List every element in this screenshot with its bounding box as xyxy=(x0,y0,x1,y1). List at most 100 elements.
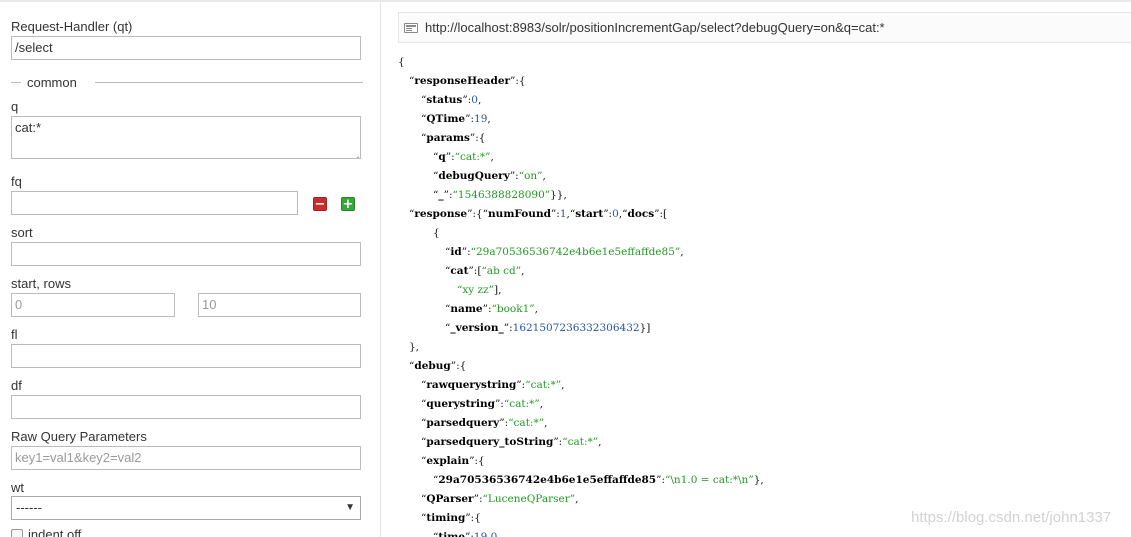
json-string: “29a70536536742e4b6e1e5effaffde85” xyxy=(470,246,681,258)
json-string: “cat:*” xyxy=(508,417,545,429)
json-punct: ”: xyxy=(443,189,453,201)
request-handler-label: Request-Handler (qt) xyxy=(11,19,133,34)
json-key: QTime xyxy=(426,113,466,125)
query-form: Request-Handler (qt) /select common q ca… xyxy=(0,2,372,537)
json-line: “QParser”:“LuceneQParser”, xyxy=(421,492,579,506)
json-key: numFound xyxy=(488,208,551,220)
json-line: “explain”:{ xyxy=(421,454,485,468)
json-punct: ”: xyxy=(473,493,483,505)
sort-input[interactable] xyxy=(11,242,361,266)
json-line: “timing”:{ xyxy=(421,511,481,525)
json-punct: }, xyxy=(409,341,420,353)
indent-label: indent off xyxy=(28,527,82,537)
json-key: response xyxy=(414,208,468,220)
json-punct: , xyxy=(477,94,482,106)
json-punct: ”: xyxy=(482,303,492,315)
json-punct: , xyxy=(542,170,546,182)
start-input[interactable]: 0 xyxy=(11,293,175,317)
json-punct: , xyxy=(539,398,544,410)
json-line: “name”:“book1”, xyxy=(445,302,538,316)
json-punct: ”: xyxy=(656,474,666,486)
wt-selected-value: ------ xyxy=(16,500,42,515)
json-number: 0 xyxy=(471,94,478,106)
json-punct: ”: xyxy=(445,151,455,163)
json-line: “q”:“cat:*”, xyxy=(433,150,494,164)
json-line: “id”:“29a70536536742e4b6e1e5effaffde85”, xyxy=(445,245,684,259)
json-punct: , xyxy=(598,436,602,448)
fq-input[interactable] xyxy=(11,191,298,215)
json-key: status xyxy=(426,94,463,106)
json-punct: ”:[ xyxy=(654,208,668,220)
df-input[interactable] xyxy=(11,395,361,419)
json-line: “parsedquery_toString”:“cat:*”, xyxy=(421,435,601,449)
json-punct: ”:{ xyxy=(465,512,481,524)
raw-query-parameters-label: Raw Query Parameters xyxy=(11,429,147,444)
json-punct: ”: xyxy=(499,417,509,429)
json-punct: ”: xyxy=(553,436,563,448)
json-string: “book1” xyxy=(491,303,535,315)
json-punct: ], xyxy=(494,284,502,296)
json-punct: ”:{ xyxy=(450,360,467,372)
json-line: “parsedquery”:“cat:*”, xyxy=(421,416,547,430)
remove-fq-icon[interactable]: − xyxy=(313,197,327,211)
json-key: debugQuery xyxy=(438,170,510,182)
df-label: df xyxy=(11,378,22,393)
panel-divider xyxy=(380,2,381,537)
json-punct: , xyxy=(490,151,494,163)
q-textarea[interactable]: cat:* xyxy=(11,116,361,159)
json-punct: ”:{ xyxy=(469,455,485,467)
resize-grip-icon[interactable] xyxy=(351,149,359,157)
section-rule-left xyxy=(11,82,21,83)
json-key: QParser xyxy=(426,493,474,505)
json-line: “debug”:{ xyxy=(409,359,466,373)
rows-input[interactable]: 10 xyxy=(198,293,361,317)
json-punct: , xyxy=(497,531,501,537)
json-response: {“responseHeader”:{“status”:0, “QTime”:19… xyxy=(398,55,1131,537)
json-punct: ”: xyxy=(516,379,526,391)
json-key: time xyxy=(438,531,466,537)
json-key: debug xyxy=(414,360,451,372)
fl-label: fl xyxy=(11,327,18,342)
wt-select[interactable]: ------ ▼ xyxy=(11,496,361,520)
fl-input[interactable] xyxy=(11,344,361,368)
json-punct: ”: xyxy=(462,94,472,106)
json-punct: ”: xyxy=(603,208,613,220)
json-punct: ,“ xyxy=(618,208,628,220)
json-key: start xyxy=(575,208,604,220)
json-line: “_”:“1546388828090”}}, xyxy=(433,188,567,202)
common-section-header: common xyxy=(11,75,363,91)
json-line: { xyxy=(433,226,440,240)
json-line: “time”:19.0, xyxy=(433,530,501,537)
json-punct: }] xyxy=(639,322,651,334)
wt-label: wt xyxy=(11,480,24,495)
json-key: id xyxy=(450,246,462,258)
request-url-link[interactable]: http://localhost:8983/solr/positionIncre… xyxy=(425,20,885,36)
watermark: https://blog.csdn.net/john1337 xyxy=(911,509,1112,526)
json-punct: , xyxy=(575,493,579,505)
raw-query-parameters-input[interactable]: key1=val1&key2=val2 xyxy=(11,446,361,470)
document-icon xyxy=(404,23,418,33)
json-key: rawquerystring xyxy=(426,379,517,391)
add-fq-icon[interactable]: + xyxy=(341,197,355,211)
indent-checkbox[interactable] xyxy=(11,529,23,537)
q-value: cat:* xyxy=(15,120,42,135)
json-string: “cat:*” xyxy=(562,436,599,448)
json-key: responseHeader xyxy=(414,75,511,87)
json-punct: }, xyxy=(753,474,764,486)
json-punct: ”:{ xyxy=(469,132,486,144)
json-key: _version_ xyxy=(450,322,504,334)
json-punct: ”:{“ xyxy=(467,208,489,220)
json-punct: ”: xyxy=(494,398,504,410)
json-key: docs xyxy=(627,208,655,220)
json-string: “cat:*” xyxy=(503,398,540,410)
request-handler-input[interactable]: /select xyxy=(11,36,361,60)
json-string: “on” xyxy=(518,170,543,182)
json-string: “1546388828090” xyxy=(452,189,551,201)
json-number: 1 xyxy=(559,208,567,220)
request-url-bar[interactable]: http://localhost:8983/solr/positionIncre… xyxy=(398,12,1131,43)
json-line: “status”:0, xyxy=(421,93,481,107)
json-number: 19.0 xyxy=(473,531,498,537)
json-punct: , xyxy=(487,113,491,125)
json-punct: ”: xyxy=(465,531,474,537)
json-punct: }}, xyxy=(550,189,567,201)
